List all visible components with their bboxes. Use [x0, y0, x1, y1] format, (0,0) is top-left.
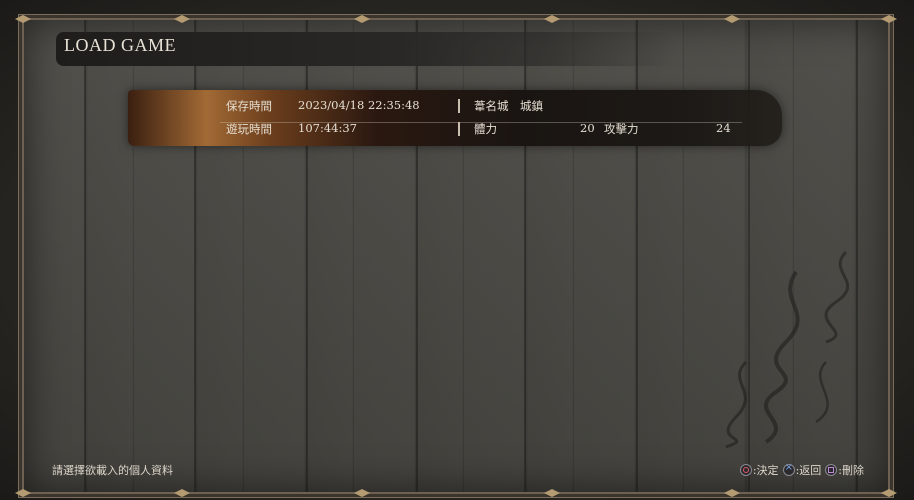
- square-button-icon: [825, 464, 838, 476]
- plank-seam: [84, 20, 86, 492]
- frame-ornament: [174, 489, 190, 497]
- delete-label: :刪除: [838, 464, 864, 477]
- play-time-value: 107:44:37: [298, 121, 357, 135]
- back-prompt[interactable]: :返回: [782, 462, 822, 478]
- frame-ornament: [544, 15, 560, 23]
- vitality-value: 20: [580, 121, 595, 135]
- attack-label: 攻擊力: [604, 122, 639, 136]
- frame-ornament: [881, 15, 897, 23]
- attack-value: 24: [716, 121, 731, 135]
- frame-ornament: [15, 489, 31, 497]
- separator: [458, 122, 460, 136]
- calligraphy-decoration: [725, 250, 850, 449]
- frame-ornament: [724, 15, 740, 23]
- confirm-label: :決定: [752, 464, 779, 477]
- button-prompts: :決定 :返回 :刪除: [739, 462, 864, 478]
- circle-button-icon: [739, 464, 752, 476]
- frame-ornament: [354, 489, 370, 497]
- delete-prompt[interactable]: :刪除: [825, 462, 864, 478]
- cross-button-icon: [782, 462, 795, 476]
- save-slot[interactable]: 保存時間 2023/04/18 22:35:48 葦名城 城鎮 遊玩時間 107…: [128, 90, 782, 146]
- save-time-label: 保存時間: [226, 99, 272, 113]
- confirm-prompt[interactable]: :決定: [739, 462, 779, 478]
- footer-hint: 請選擇欲載入的個人資料: [52, 464, 173, 477]
- frame-ornament: [174, 15, 190, 23]
- play-time-label: 遊玩時間: [226, 122, 272, 136]
- location-name: 葦名城 城鎮: [474, 99, 543, 113]
- wooden-panel: LOAD GAME 保存時間 2023/04/18 22:35:48 葦名城 城…: [15, 15, 897, 497]
- load-game-screen: LOAD GAME 保存時間 2023/04/18 22:35:48 葦名城 城…: [0, 0, 914, 500]
- frame-ornament: [724, 489, 740, 497]
- vitality-label: 體力: [474, 122, 497, 136]
- frame-ornament: [15, 15, 31, 23]
- save-time-value: 2023/04/18 22:35:48: [298, 98, 420, 112]
- separator: [458, 99, 460, 113]
- frame-ornament: [354, 15, 370, 23]
- frame-ornament: [544, 489, 560, 497]
- page-title: LOAD GAME: [64, 35, 176, 55]
- frame-ornament: [881, 489, 897, 497]
- back-label: :返回: [795, 464, 822, 477]
